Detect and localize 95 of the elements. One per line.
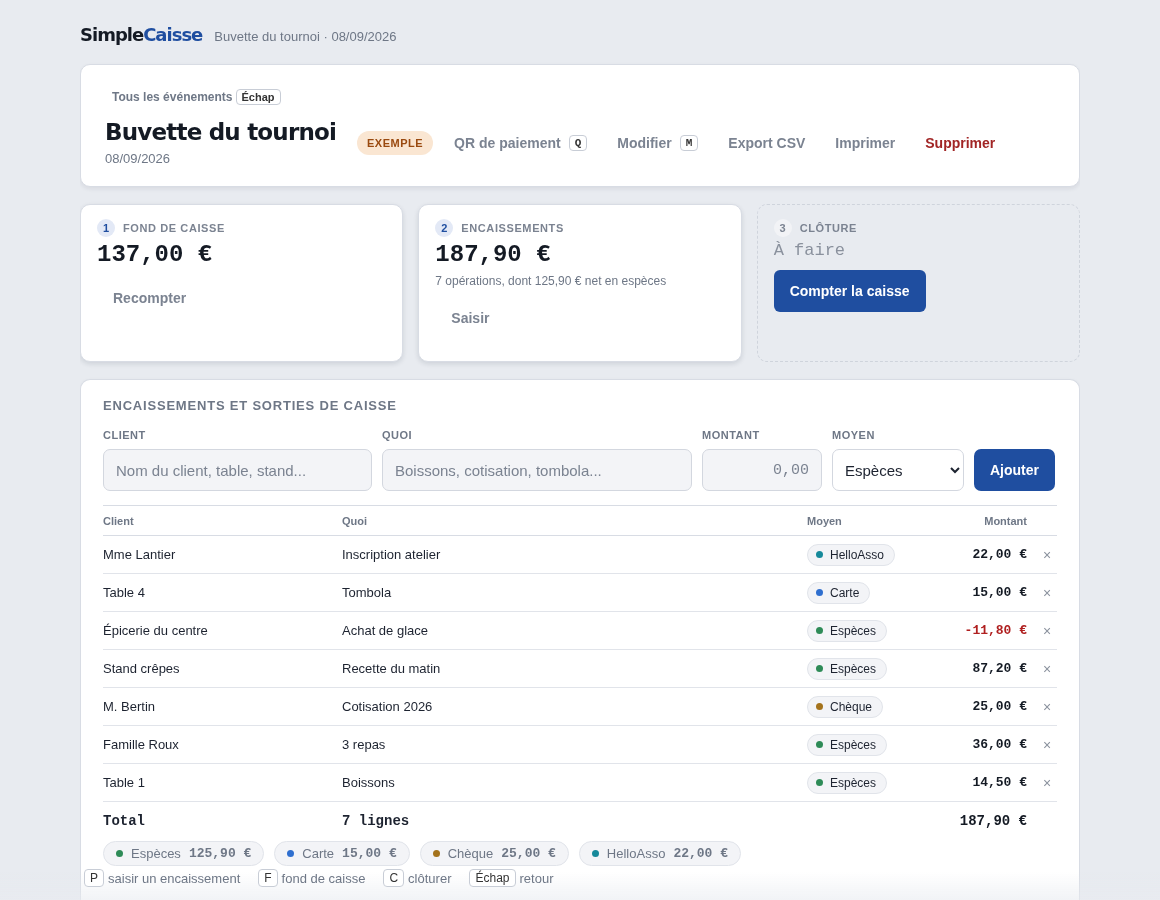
breadcrumb: Buvette du tournoi · 08/09/2026 [214, 29, 397, 44]
amount-cell-text: -11,80 € [963, 623, 1027, 638]
action-button[interactable]: Export CSV [717, 128, 817, 157]
key-hint: P [84, 869, 104, 887]
step-link[interactable]: Saisir [435, 302, 506, 334]
chip-label: Carte [302, 846, 335, 861]
key-hint: Échap [235, 89, 281, 105]
delete-button[interactable]: × [1037, 584, 1057, 601]
column-header: Moyen [807, 514, 843, 527]
delete-button[interactable]: × [1037, 546, 1057, 563]
count-button[interactable]: Compter la caisse [773, 270, 926, 312]
table-cell-text: Boissons [342, 775, 396, 790]
delete-button[interactable]: × [1037, 660, 1057, 677]
example-badge: EXEMPLE [357, 130, 434, 155]
method-label: Espèces [830, 775, 877, 790]
step-value: 187,90 € [435, 241, 551, 268]
step-value: 137,00 € [97, 241, 213, 268]
table-cell-text: M. Bertin [103, 699, 156, 714]
table-cell-text: Cotisation 2026 [342, 699, 434, 714]
step-title: ENCAISSEMENTS [461, 222, 564, 234]
action-button[interactable]: Imprimer [824, 128, 907, 157]
back-link[interactable]: Tous les événements [112, 90, 233, 104]
delete-button[interactable]: × [1037, 774, 1057, 791]
client-field[interactable]: Nom du client, table, stand... [103, 449, 372, 491]
column-header: Client [103, 514, 135, 527]
method-label: Espèces [830, 661, 877, 676]
step-value: À faire [773, 241, 846, 260]
total-amount: 187,90 € [958, 813, 1027, 829]
action-button[interactable]: QR de paiement Q [443, 128, 599, 157]
method-label: Carte [830, 585, 860, 600]
key-hint: F [258, 869, 278, 887]
step-title: CLÔTURE [799, 222, 858, 234]
amount-cell-text: 22,00 € [971, 547, 1027, 562]
table-cell-text: 3 repas [342, 737, 387, 752]
step-number: 2 [435, 219, 454, 237]
shortcut-label: saisir un encaissement [108, 870, 241, 886]
table-cell-text: Stand crêpes [103, 661, 181, 676]
brand-logo: SimpleCaisse [80, 24, 203, 45]
table-cell-text: Table 4 [103, 585, 146, 600]
event-title: Buvette du tournoi [105, 119, 338, 145]
method-label: Espèces [830, 623, 877, 638]
delete-button[interactable]: × [1037, 736, 1057, 753]
chip-amount: 22,00 € [673, 846, 728, 861]
amount-cell-text: 15,00 € [971, 585, 1027, 600]
amount-cell-text: 36,00 € [971, 737, 1027, 752]
table-cell-text: Inscription atelier [342, 547, 442, 562]
shortcut-label: retour [519, 870, 554, 886]
table-cell-text: Achat de glace [342, 623, 429, 638]
field-label: MOYEN [832, 429, 876, 441]
key-hint: M [679, 134, 699, 151]
amount-field[interactable]: 0,00 [702, 449, 822, 491]
chip-amount: 25,00 € [501, 846, 556, 861]
step-link[interactable]: Recompter [97, 282, 203, 314]
key-hint: Échap [469, 869, 516, 887]
add-button[interactable]: Ajouter [974, 449, 1055, 491]
action-button[interactable]: Modifier M [606, 128, 710, 157]
total-lines: 7 lignes [342, 813, 411, 829]
field-label: MONTANT [702, 429, 761, 441]
step-title: FOND DE CAISSE [123, 222, 225, 234]
chip-label: Espèces [131, 846, 181, 861]
method-label: HelloAsso [830, 547, 885, 562]
what-field[interactable]: Boissons, cotisation, tombola... [382, 449, 692, 491]
table-cell-text: Épicerie du centre [103, 623, 209, 638]
field-label: CLIENT [103, 429, 147, 441]
method-label: Chèque [830, 699, 873, 714]
section-title: ENCAISSEMENTS ET SORTIES DE CAISSE [103, 398, 398, 413]
method-select[interactable]: Espèces [832, 449, 964, 491]
step-note: 7 opérations, dont 125,90 € net en espèces [435, 274, 667, 288]
table-cell-text: Mme Lantier [103, 547, 177, 562]
key-hint: C [383, 869, 405, 887]
shortcut-label: clôturer [408, 870, 452, 886]
amount-cell-text: 87,20 € [971, 661, 1027, 676]
chip-label: HelloAsso [606, 846, 666, 861]
table-cell-text: Table 1 [103, 775, 146, 790]
chip-label: Chèque [447, 846, 494, 861]
delete-button[interactable]: × [1037, 698, 1057, 715]
amount-cell-text: 25,00 € [971, 699, 1027, 714]
method-label: Espèces [830, 737, 877, 752]
total-label: Total [103, 813, 146, 829]
delete-button[interactable]: × [1037, 622, 1057, 639]
step-number: 1 [97, 219, 115, 237]
key-hint: Q [568, 134, 588, 151]
shortcut-label: fond de caisse [281, 870, 366, 886]
step-number: 3 [773, 219, 792, 237]
amount-cell-text: 14,50 € [971, 775, 1027, 790]
column-header: Montant [983, 514, 1027, 527]
field-label: QUOI [382, 429, 414, 441]
action-button[interactable]: Supprimer [914, 128, 1007, 157]
chip-amount: 125,90 € [188, 846, 252, 861]
table-cell-text: Recette du matin [342, 661, 442, 676]
table-cell-text: Tombola [342, 585, 393, 600]
column-header: Quoi [342, 514, 369, 527]
table-cell-text: Famille Roux [103, 737, 180, 752]
event-date: 08/09/2026 [105, 151, 172, 166]
chip-amount: 15,00 € [342, 846, 397, 861]
